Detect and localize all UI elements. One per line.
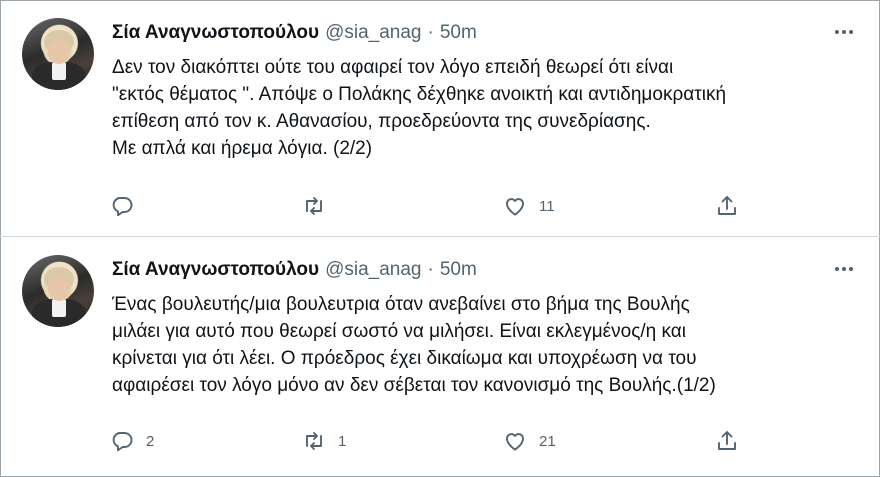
like-icon — [506, 433, 524, 451]
more-icon[interactable] — [830, 257, 858, 281]
more-icon[interactable] — [830, 20, 858, 44]
avatar[interactable] — [22, 255, 94, 327]
tweet-text-line: μιλάει για αυτό που θεωρεί σωστό να μιλή… — [112, 321, 686, 342]
tweet-text: Ένας βουλευτής/μια βουλευτρια όταν ανεβα… — [112, 291, 872, 399]
avatar[interactable] — [22, 18, 94, 90]
tweet-actions: 2 1 21 — [104, 426, 764, 456]
reply-button[interactable] — [110, 191, 146, 221]
author-handle[interactable]: @sia_anag — [325, 22, 421, 44]
tweet-text-line: αφαιρέσει τον λόγο μόνο αν δεν σέβεται τ… — [112, 375, 716, 396]
retweet-button[interactable]: 1 — [302, 426, 346, 456]
retweet-count: 1 — [338, 432, 347, 450]
tweet-text-line: Με απλά και ήρεμα λόγια. (2/2) — [112, 138, 373, 159]
tweet-text: Δεν τον διακόπτει ούτε του αφαιρεί τον λ… — [112, 54, 872, 162]
share-button[interactable] — [715, 191, 739, 221]
tweet-text-line: "εκτός θέματος ". Απόψε ο Πολάκης δέχθηκ… — [112, 84, 727, 105]
tweet[interactable]: Σία Αναγνωστοπούλου @sia_anag · 50m Δεν … — [0, 0, 880, 236]
reply-icon — [112, 432, 133, 452]
author-name[interactable]: Σία Αναγνωστοπούλου — [112, 22, 319, 44]
reply-button[interactable]: 2 — [110, 426, 154, 456]
author-name[interactable]: Σία Αναγνωστοπούλου — [112, 259, 319, 281]
like-count: 11 — [539, 197, 555, 215]
separator-dot: · — [427, 259, 434, 280]
tweet-actions: 11 — [104, 191, 764, 221]
tweet-text-line: Ένας βουλευτής/μια βουλευτρια όταν ανεβα… — [112, 294, 690, 315]
separator-dot: · — [427, 22, 434, 43]
tweet-text-line: επίθεση από τον κ. Αθανασίου, προεδρεύον… — [112, 111, 651, 132]
tweet-header: Σία Αναγνωστοπούλου @sia_anag · 50m — [112, 20, 477, 46]
share-icon — [718, 431, 736, 450]
retweet-icon — [306, 432, 322, 450]
share-icon — [718, 196, 736, 215]
tweet-header: Σία Αναγνωστοπούλου @sia_anag · 50m — [112, 257, 477, 283]
reply-icon — [112, 197, 133, 217]
retweet-button[interactable] — [302, 191, 338, 221]
tweet-text-line: κρίνεται για ότι λέει. Ο πρόεδρος έχει δ… — [112, 348, 697, 369]
timestamp[interactable]: 50m — [440, 259, 477, 281]
share-button[interactable] — [715, 426, 739, 456]
like-button[interactable]: 11 — [503, 191, 555, 221]
tweet-text-line: Δεν τον διακόπτει ούτε του αφαιρεί τον λ… — [112, 57, 674, 78]
timestamp[interactable]: 50m — [440, 22, 477, 44]
tweet[interactable]: Σία Αναγνωστοπούλου @sia_anag · 50m Ένας… — [0, 237, 880, 477]
author-handle[interactable]: @sia_anag — [325, 259, 421, 281]
like-count: 21 — [539, 432, 556, 450]
retweet-icon — [306, 197, 322, 215]
reply-count: 2 — [146, 432, 155, 450]
like-icon — [506, 198, 524, 216]
like-button[interactable]: 21 — [503, 426, 556, 456]
